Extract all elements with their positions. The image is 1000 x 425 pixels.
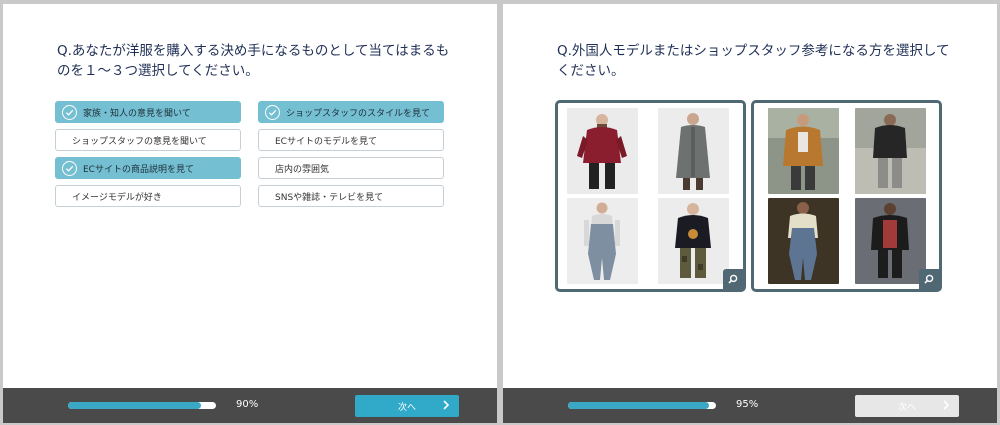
model-choice-card-b[interactable] xyxy=(751,100,942,292)
progress-bar xyxy=(568,402,716,409)
question-text: Q.外国人モデルまたはショップスタッフ参考になる方を選択してください。 xyxy=(557,43,950,79)
question-panel-left: Q.あなたが洋服を購入する決め手になるものとして当てはまるものを１〜３つ選択して… xyxy=(3,4,497,423)
option-sns-media[interactable]: SNSや雑誌・テレビを見て xyxy=(258,185,444,207)
progress-bar xyxy=(68,402,216,409)
progress-fill xyxy=(68,402,202,409)
bottom-bar: 90% 次へ xyxy=(3,388,497,423)
chevron-right-icon xyxy=(443,400,450,413)
model-photo xyxy=(567,198,638,284)
option-label: ECサイトの商品説明を見て xyxy=(83,164,194,175)
option-image-model[interactable]: イメージモデルが好き xyxy=(55,185,241,207)
option-label: SNSや雑誌・テレビを見て xyxy=(275,192,384,203)
search-icon[interactable] xyxy=(723,269,743,289)
model-choice-card-a[interactable] xyxy=(555,100,746,292)
option-store-atmosphere[interactable]: 店内の雰囲気 xyxy=(258,157,444,179)
model-photo xyxy=(855,198,926,284)
option-label: 家族・知人の意見を聞いて xyxy=(83,108,191,119)
option-family-advice[interactable]: 家族・知人の意見を聞いて xyxy=(55,101,241,123)
option-label: イメージモデルが好き xyxy=(72,192,162,203)
model-photo xyxy=(855,108,926,194)
option-ec-model[interactable]: ECサイトのモデルを見て xyxy=(258,129,444,151)
progress-fill xyxy=(568,402,709,409)
model-photo xyxy=(658,198,729,284)
option-label: ショップスタッフのスタイルを見て xyxy=(286,108,431,119)
chevron-right-icon xyxy=(943,400,950,413)
progress-percent: 90% xyxy=(236,399,259,410)
next-button[interactable]: 次へ xyxy=(855,395,959,417)
check-circle-icon xyxy=(62,104,77,120)
option-label: ショップスタッフの意見を聞いて xyxy=(72,136,207,147)
check-circle-icon xyxy=(265,104,280,120)
option-staff-advice[interactable]: ショップスタッフの意見を聞いて xyxy=(55,129,241,151)
next-button-label: 次へ xyxy=(897,402,916,413)
option-label: ECサイトのモデルを見て xyxy=(275,136,377,147)
option-label: 店内の雰囲気 xyxy=(275,164,330,175)
search-icon[interactable] xyxy=(919,269,939,289)
model-photo xyxy=(768,198,839,284)
check-circle-icon xyxy=(62,160,77,176)
option-ec-description[interactable]: ECサイトの商品説明を見て xyxy=(55,157,241,179)
bottom-bar: 95% 次へ xyxy=(503,388,997,423)
next-button[interactable]: 次へ xyxy=(355,395,459,417)
model-photo xyxy=(768,108,839,194)
next-button-label: 次へ xyxy=(397,402,416,413)
option-staff-style[interactable]: ショップスタッフのスタイルを見て xyxy=(258,101,444,123)
model-photo xyxy=(658,108,729,194)
question-text: Q.あなたが洋服を購入する決め手になるものとして当てはまるものを１〜３つ選択して… xyxy=(57,43,450,79)
question-panel-right: Q.外国人モデルまたはショップスタッフ参考になる方を選択してください。 95% … xyxy=(503,4,997,423)
progress-percent: 95% xyxy=(736,399,759,410)
model-photo xyxy=(567,108,638,194)
